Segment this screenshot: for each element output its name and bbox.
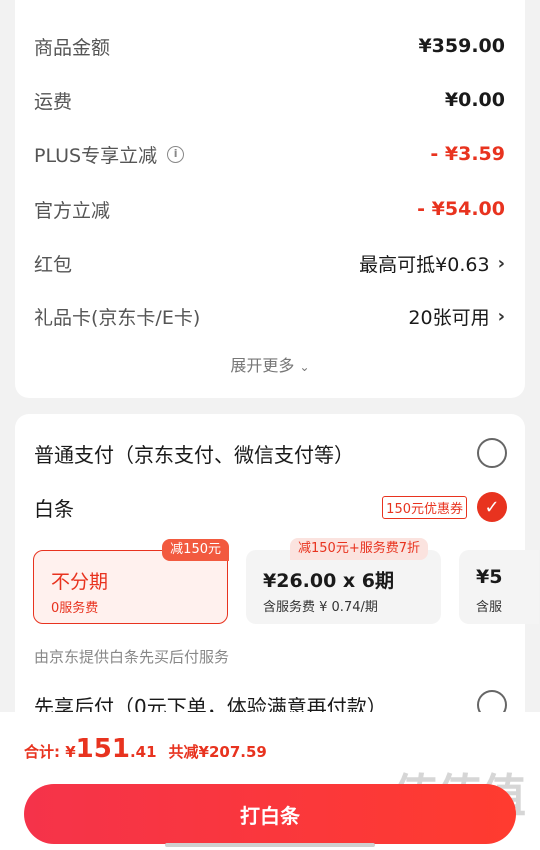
price-summary-card: 商品金额 ¥359.00 运费 ¥0.00 PLUS专享立减 i - ¥3.59… — [15, 0, 525, 398]
installment-plan-6[interactable]: 减150元+服务费7折 ¥26.00 x 6期 含服务费 ¥ 0.74/期 — [246, 538, 441, 624]
plan-title: 不分期 — [51, 571, 109, 593]
coupon-badge: 150元优惠券 — [382, 495, 467, 519]
chevron-right-icon: › — [497, 252, 505, 274]
payment-option-label: 白条 — [34, 496, 74, 521]
plan-subtitle: 含服 — [476, 600, 503, 615]
pay-with-baitiao-button[interactable]: 打白条 — [24, 784, 516, 844]
check-icon[interactable]: ✓ — [477, 492, 507, 522]
plan-discount-tag: 减150元 — [162, 539, 229, 561]
plan-title: ¥5 — [476, 566, 503, 588]
total-prefix: 合计: ¥ — [24, 743, 76, 761]
plan-discount-tag: 减150元+服务费7折 — [290, 538, 428, 560]
summary-label: 官方立减 — [34, 199, 111, 222]
total-integer: 151 — [75, 734, 130, 764]
checkout-bar: 合计: ¥ 151 .41 共减¥207.59 值值值 zhizhizhi.co… — [0, 712, 540, 850]
summary-value-wrap: 最高可抵¥0.63 › — [359, 250, 505, 277]
plan-title: ¥26.00 x 6期 — [263, 570, 395, 592]
total-saved: 共减¥207.59 — [168, 743, 267, 761]
total-amount: 合计: ¥ 151 .41 共减¥207.59 — [24, 734, 267, 764]
installment-plan-partial[interactable]: ¥5 含服 — [459, 550, 539, 624]
summary-value: 20张可用 — [408, 306, 490, 329]
plan-subtitle: 0服务费 — [51, 601, 99, 616]
payment-option-label: 普通支付（京东支付、微信支付等） — [34, 442, 354, 467]
summary-row-gift-card[interactable]: 礼品卡(京东卡/E卡) 20张可用 › — [34, 301, 505, 331]
expand-more-button[interactable]: 展开更多 ⌄ — [15, 352, 525, 376]
chevron-down-icon: ⌄ — [299, 360, 310, 374]
info-icon[interactable]: i — [167, 145, 185, 163]
summary-row-shipping: 运费 ¥0.00 — [34, 85, 505, 115]
summary-value: ¥0.00 — [444, 89, 505, 111]
summary-label: 礼品卡(京东卡/E卡) — [34, 306, 201, 329]
plan-subtitle: 含服务费 ¥ 0.74/期 — [263, 600, 378, 615]
payment-option-baitiao[interactable]: 白条 150元优惠券 ✓ — [34, 490, 507, 524]
summary-value: - ¥54.00 — [417, 198, 505, 220]
summary-label: 运费 — [34, 90, 73, 113]
baitiao-right-group: 150元优惠券 ✓ — [382, 492, 507, 522]
summary-row-plus-discount: PLUS专享立减 i - ¥3.59 — [34, 139, 505, 169]
summary-label: PLUS专享立减 — [34, 144, 158, 167]
summary-value: - ¥3.59 — [430, 143, 505, 165]
summary-label: 红包 — [34, 253, 73, 276]
summary-label-wrap: PLUS专享立减 i — [34, 141, 185, 168]
summary-row-goods-amount: 商品金额 ¥359.00 — [34, 31, 505, 61]
provider-note: 由京东提供白条先买后付服务 — [34, 648, 230, 666]
radio-unchecked[interactable] — [477, 438, 507, 468]
summary-row-official-discount: 官方立减 - ¥54.00 — [34, 194, 505, 224]
summary-value: ¥359.00 — [418, 35, 505, 57]
total-decimal: .41 — [129, 743, 157, 761]
summary-label: 商品金额 — [34, 36, 111, 59]
summary-row-red-packet[interactable]: 红包 最高可抵¥0.63 › — [34, 248, 505, 278]
expand-more-label: 展开更多 — [230, 356, 295, 375]
summary-value: 最高可抵¥0.63 — [359, 253, 490, 276]
payment-option-normal[interactable]: 普通支付（京东支付、微信支付等） — [34, 436, 507, 470]
home-indicator — [165, 843, 375, 847]
summary-value-wrap: 20张可用 › — [408, 303, 505, 330]
installment-plan-none[interactable]: 减150元 不分期 0服务费 — [33, 539, 229, 624]
chevron-right-icon: › — [497, 305, 505, 327]
